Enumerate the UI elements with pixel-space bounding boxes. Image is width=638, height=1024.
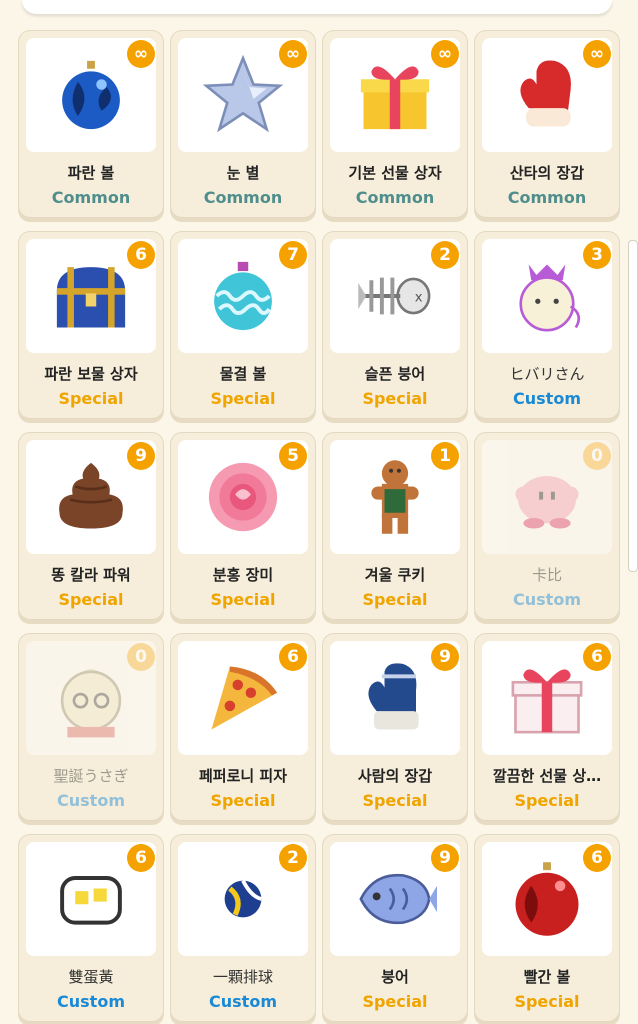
count-badge: 6 [583,844,611,872]
item-name: ヒバリさん [509,365,585,383]
count-badge: 9 [431,844,459,872]
item-name: 파란 볼 [67,164,115,182]
item-name: 깔끔한 선물 상… [492,767,602,785]
rarity-label: Special [58,590,124,609]
item-card[interactable]: x 2 슬픈 붕어 Special [322,231,468,419]
rarity-label: Custom [513,389,581,408]
item-card[interactable]: 1 겨울 쿠키 Special [322,432,468,620]
count-badge: 7 [279,241,307,269]
count-badge: 9 [127,442,155,470]
rarity-label: Custom [57,791,125,810]
item-name: 페퍼로니 피자 [198,767,288,785]
item-card[interactable]: 9 붕어 Special [322,834,468,1022]
rarity-label: Special [362,791,428,810]
rarity-label: Common [507,188,587,207]
rarity-label: Special [58,389,124,408]
item-name: 슬픈 붕어 [364,365,426,383]
item-name: 산타의 장갑 [509,164,585,182]
item-name: 雙蛋黃 [68,968,114,986]
item-name: 빨간 볼 [523,968,571,986]
item-name: 겨울 쿠키 [364,566,426,584]
count-badge: 1 [431,442,459,470]
rarity-label: Common [203,188,283,207]
count-badge: 2 [279,844,307,872]
rarity-label: Special [514,791,580,810]
item-card[interactable]: ∞ 파란 볼 Common [18,30,164,218]
rarity-label: Common [355,188,435,207]
item-card[interactable]: 6 깔끔한 선물 상… Special [474,633,620,821]
item-card[interactable]: 3 ヒバリさん Custom [474,231,620,419]
count-badge: ∞ [279,40,307,68]
item-card[interactable]: 9 사람의 장갑 Special [322,633,468,821]
item-name: 분홍 장미 [212,566,274,584]
item-name: 聖誕うさぎ [53,767,129,785]
rarity-label: Special [362,389,428,408]
count-badge: ∞ [583,40,611,68]
rarity-label: Special [362,590,428,609]
item-name: 一顆排球 [212,968,273,986]
rarity-label: Custom [57,992,125,1011]
item-card[interactable]: 9 똥 칼라 파워 Special [18,432,164,620]
item-name: 사람의 장갑 [357,767,433,785]
count-badge: 6 [279,643,307,671]
item-name: 卡比 [531,566,562,584]
item-card[interactable]: 0 聖誕うさぎ Custom [18,633,164,821]
item-card[interactable]: ∞ 기본 선물 상자 Common [322,30,468,218]
item-name: 눈 별 [226,164,260,182]
count-badge: 9 [431,643,459,671]
rarity-label: Special [210,389,276,408]
count-badge: 0 [583,442,611,470]
rarity-label: Special [210,791,276,810]
item-name: 물결 볼 [219,365,267,383]
count-badge: ∞ [127,40,155,68]
item-card[interactable]: 5 분홍 장미 Special [170,432,316,620]
count-badge: 6 [127,844,155,872]
count-badge: 3 [583,241,611,269]
count-badge: 0 [127,643,155,671]
item-card[interactable]: ∞ 산타의 장갑 Common [474,30,620,218]
item-card[interactable]: 6 雙蛋黃 Custom [18,834,164,1022]
rarity-label: Special [210,590,276,609]
previous-panel-edge [22,0,612,14]
rarity-label: Common [51,188,131,207]
item-name: 똥 칼라 파워 [51,566,131,584]
rarity-label: Custom [209,992,277,1011]
rarity-label: Special [514,992,580,1011]
item-card[interactable]: ∞ 눈 별 Common [170,30,316,218]
item-card[interactable]: 2 一顆排球 Custom [170,834,316,1022]
item-name: 파란 보물 상자 [44,365,138,383]
item-name: 기본 선물 상자 [348,164,442,182]
item-card[interactable]: 6 파란 보물 상자 Special [18,231,164,419]
item-card[interactable]: 0 卡比 Custom [474,432,620,620]
rarity-label: Custom [513,590,581,609]
item-card[interactable]: 6 페퍼로니 피자 Special [170,633,316,821]
item-grid: ∞ 파란 볼 Common ∞ 눈 별 Common ∞ 기본 선물 상자 Common ∞ 산타의… [18,30,620,1022]
item-card[interactable]: 6 빨간 볼 Special [474,834,620,1022]
item-card[interactable]: 7 물결 볼 Special [170,231,316,419]
item-name: 붕어 [381,968,409,986]
rarity-label: Special [362,992,428,1011]
count-badge: 5 [279,442,307,470]
count-badge: 2 [431,241,459,269]
count-badge: 6 [127,241,155,269]
count-badge: ∞ [431,40,459,68]
count-badge: 6 [583,643,611,671]
scrollbar[interactable] [628,240,638,572]
svg-text:x: x [415,290,423,305]
